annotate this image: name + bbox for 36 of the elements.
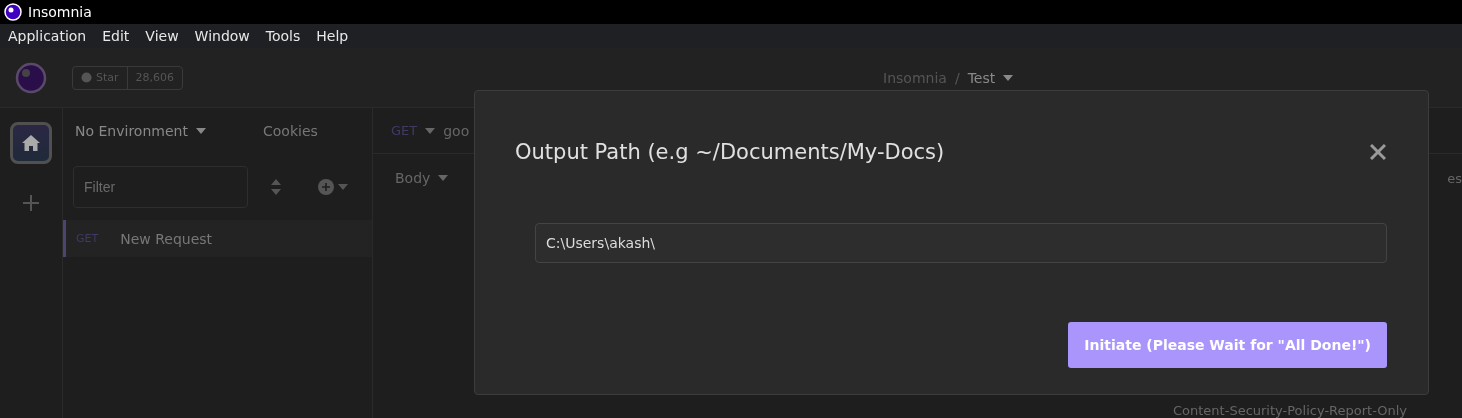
menu-item[interactable]: Window: [194, 28, 250, 44]
plus-icon: [23, 195, 39, 211]
app-logo-icon[interactable]: [15, 61, 47, 94]
close-icon: [1370, 144, 1386, 160]
add-circle-icon[interactable]: [318, 179, 334, 195]
breadcrumb-item[interactable]: Test: [967, 69, 996, 86]
path-field[interactable]: C:\Users\akash\: [535, 223, 1387, 263]
cookies-button[interactable]: Cookies: [263, 123, 318, 139]
dialog-title: Output Path (e.g ~/Documents/My-Docs): [515, 140, 945, 164]
method-label: GET: [76, 232, 99, 245]
caret-icon: [338, 184, 348, 190]
caret-icon: [438, 175, 449, 181]
header-name: Content-Security-Policy-Report-Only: [1173, 403, 1408, 418]
body-tab[interactable]: Body: [395, 170, 431, 186]
caret-icon: [425, 127, 436, 134]
menu-item[interactable]: View: [145, 28, 179, 44]
menu-item[interactable]: Edit: [102, 28, 130, 44]
request-item[interactable]: GET New Request: [63, 220, 372, 257]
request-name: New Request: [120, 230, 213, 247]
environment-dropdown[interactable]: No Environment: [75, 123, 188, 139]
close-button[interactable]: [1370, 144, 1386, 160]
response-tab[interactable]: es: [1447, 170, 1462, 186]
menu-item[interactable]: Application: [8, 28, 87, 44]
caret-icon: [1003, 74, 1014, 81]
breadcrumb-separator: /: [954, 69, 960, 86]
app-logo-icon: [4, 3, 22, 21]
initiate-button[interactable]: Initiate (Please Wait for "All Done!"): [1068, 322, 1387, 368]
url-field[interactable]: goo: [443, 122, 470, 139]
menu-item[interactable]: Help: [316, 28, 349, 44]
caret-icon: [195, 128, 206, 134]
menu-item[interactable]: Tools: [265, 28, 301, 44]
home-icon: [22, 135, 40, 151]
sort-icon[interactable]: [270, 179, 282, 195]
filter-field[interactable]: Filter: [73, 166, 248, 208]
home-button[interactable]: [10, 122, 52, 164]
window-title: Insomnia: [28, 4, 92, 20]
